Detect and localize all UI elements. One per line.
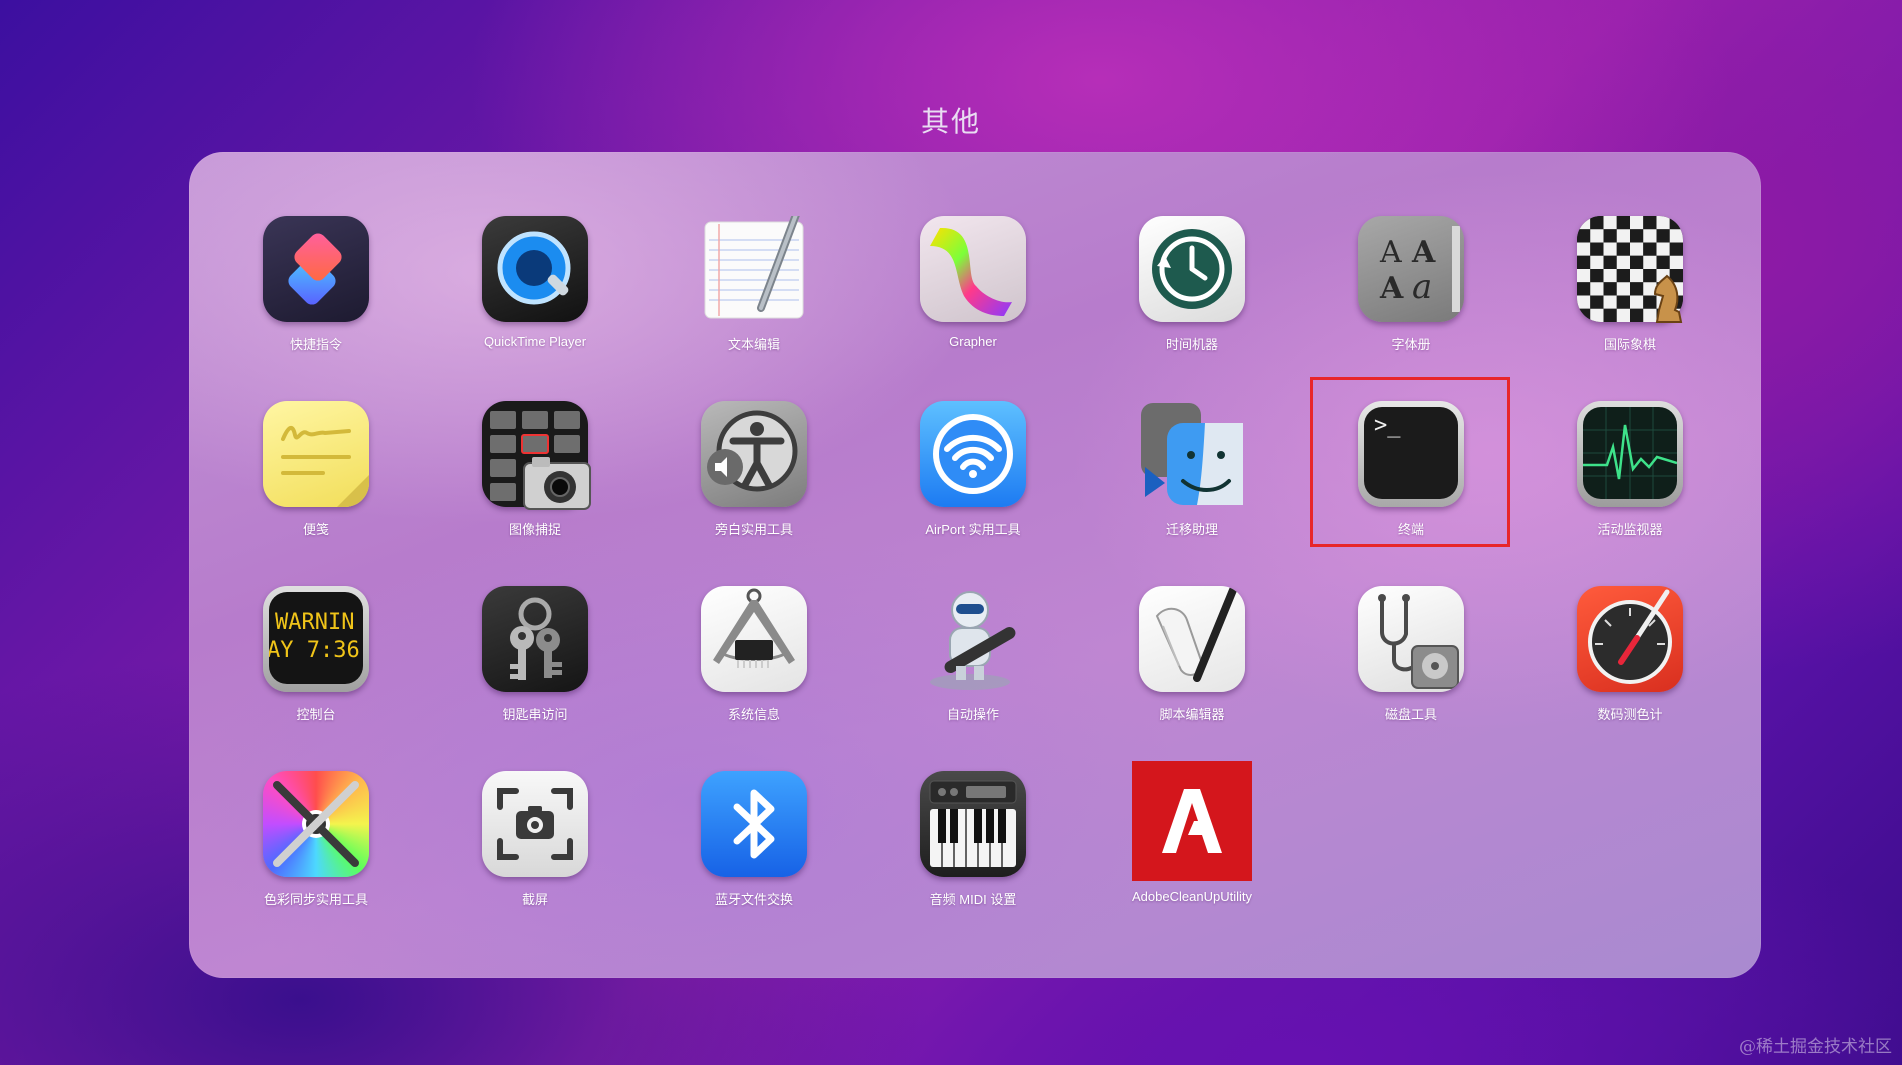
script-editor-icon [1139, 586, 1245, 692]
app-label: 活动监视器 [1597, 522, 1663, 537]
airport-utility-icon [920, 401, 1026, 507]
app-label: 字体册 [1391, 337, 1431, 352]
app-migration-assistant[interactable]: 迁移助理 [1102, 401, 1282, 561]
app-system-information[interactable]: 系统信息 [664, 586, 844, 746]
app-label: 钥匙串访问 [502, 707, 568, 722]
system-information-icon [701, 586, 807, 692]
app-digital-color-meter[interactable]: 数码测色计 [1540, 586, 1720, 746]
app-colorsync-utility[interactable]: 色彩同步实用工具 [226, 771, 406, 931]
voiceover-utility-icon [701, 401, 807, 507]
bluetooth-file-exchange-icon [701, 771, 807, 877]
shortcuts-icon [263, 216, 369, 322]
app-label: 时间机器 [1165, 337, 1218, 352]
app-label: 图像捕捉 [508, 522, 561, 537]
keychain-access-icon [482, 586, 588, 692]
app-chess[interactable]: 国际象棋 [1540, 216, 1720, 376]
console-line-2: AY 7:36 [269, 638, 360, 663]
svg-text:A: A [1379, 271, 1404, 306]
app-activity-monitor[interactable]: 活动监视器 [1540, 401, 1720, 561]
app-quicktime-player[interactable]: QuickTime Player [445, 216, 625, 376]
app-label: QuickTime Player [483, 334, 587, 349]
app-script-editor[interactable]: 脚本编辑器 [1102, 586, 1282, 746]
app-label: AdobeCleanUpUtility [1132, 889, 1252, 904]
app-label: 控制台 [296, 707, 336, 722]
app-label: 脚本编辑器 [1159, 707, 1225, 722]
svg-text:A: A [1379, 235, 1402, 270]
terminal-highlight-box [1310, 377, 1510, 547]
screenshot-icon [482, 771, 588, 877]
app-time-machine[interactable]: 时间机器 [1102, 216, 1282, 376]
app-font-book[interactable]: A A A a 字体册 [1321, 216, 1501, 376]
app-console[interactable]: WARNIN AY 7:36 控制台 [226, 586, 406, 746]
app-label: 蓝牙文件交换 [714, 892, 793, 907]
app-airport-utility[interactable]: AirPort 实用工具 [883, 401, 1063, 561]
app-audio-midi-setup[interactable]: 音频 MIDI 设置 [883, 771, 1063, 931]
quicktime-icon [482, 216, 588, 322]
automator-icon [920, 586, 1026, 692]
app-image-capture[interactable]: 图像捕捉 [445, 401, 625, 561]
disk-utility-icon [1358, 586, 1464, 692]
console-icon: WARNIN AY 7:36 [263, 586, 369, 692]
app-label: 磁盘工具 [1384, 707, 1437, 722]
app-label: 旁白实用工具 [714, 522, 793, 537]
app-label: 国际象棋 [1603, 337, 1656, 352]
watermark: @稀土掘金技术社区 [1739, 1037, 1892, 1057]
app-label: 色彩同步实用工具 [263, 892, 368, 907]
time-machine-icon [1139, 216, 1245, 322]
colorsync-utility-icon [263, 771, 369, 877]
app-grapher[interactable]: Grapher [883, 216, 1063, 376]
app-stickies[interactable]: 便笺 [226, 401, 406, 561]
audio-midi-setup-icon [920, 771, 1026, 877]
app-bluetooth-file-exchange[interactable]: 蓝牙文件交换 [664, 771, 844, 931]
app-label: 自动操作 [946, 707, 999, 722]
grapher-icon [920, 216, 1026, 322]
app-label: 便笺 [302, 522, 329, 537]
folder-title: 其他 [920, 106, 981, 137]
activity-monitor-icon [1577, 401, 1683, 507]
app-label: 快捷指令 [289, 337, 342, 352]
app-shortcuts[interactable]: 快捷指令 [226, 216, 406, 376]
app-label: 数码测色计 [1597, 707, 1663, 722]
console-line-1: WARNIN [275, 610, 355, 635]
app-label: 系统信息 [727, 707, 780, 722]
app-voiceover-utility[interactable]: 旁白实用工具 [664, 401, 844, 561]
app-label: AirPort 实用工具 [925, 522, 1021, 537]
app-keychain-access[interactable]: 钥匙串访问 [445, 586, 625, 746]
app-label: 截屏 [521, 892, 548, 907]
app-label: 文本编辑 [727, 337, 780, 352]
svg-text:a: a [1412, 267, 1432, 307]
app-label: 音频 MIDI 设置 [929, 892, 1017, 907]
app-screenshot[interactable]: 截屏 [445, 771, 625, 931]
chess-icon [1577, 216, 1683, 323]
app-label: Grapher [949, 334, 997, 349]
adobe-cleanup-icon [1132, 761, 1252, 881]
font-book-icon: A A A a [1358, 216, 1464, 322]
app-label: 迁移助理 [1165, 522, 1218, 537]
app-adobe-cleanup-utility[interactable]: AdobeCleanUpUtility [1102, 761, 1282, 931]
svg-text:A: A [1411, 235, 1436, 270]
stickies-icon [263, 401, 369, 507]
digital-color-meter-icon [1577, 586, 1683, 692]
app-automator[interactable]: 自动操作 [883, 586, 1063, 746]
folder-panel: 快捷指令 QuickTime Player 文本编辑 Grapher 时间机器 … [189, 152, 1761, 978]
app-disk-utility[interactable]: 磁盘工具 [1321, 586, 1501, 746]
image-capture-icon [482, 401, 591, 510]
app-textedit[interactable]: 文本编辑 [664, 216, 844, 376]
textedit-icon [701, 216, 807, 322]
migration-assistant-icon [1139, 401, 1245, 507]
